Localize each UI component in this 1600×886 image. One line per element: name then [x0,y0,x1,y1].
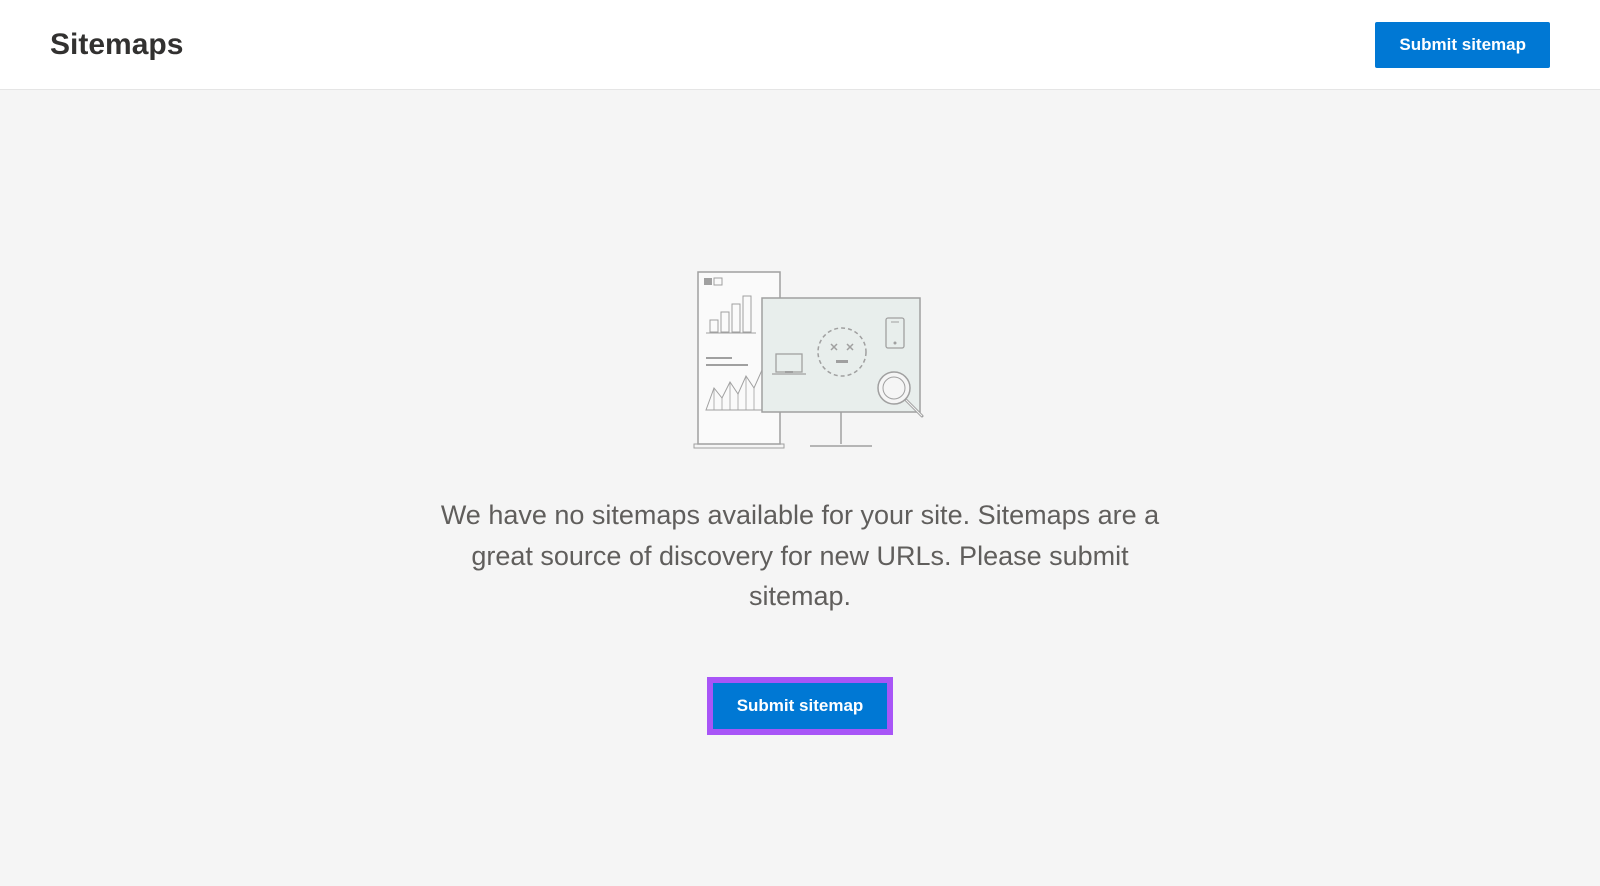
highlighted-button-wrapper: Submit sitemap [707,677,894,735]
empty-state-illustration [670,270,930,455]
submit-sitemap-button-top[interactable]: Submit sitemap [1375,22,1550,68]
submit-sitemap-button-center[interactable]: Submit sitemap [713,683,888,729]
empty-state-message: We have no sitemaps available for your s… [440,495,1160,617]
page-title: Sitemaps [50,28,183,62]
content-area: We have no sitemaps available for your s… [0,90,1600,886]
page-header: Sitemaps Submit sitemap [0,0,1600,90]
